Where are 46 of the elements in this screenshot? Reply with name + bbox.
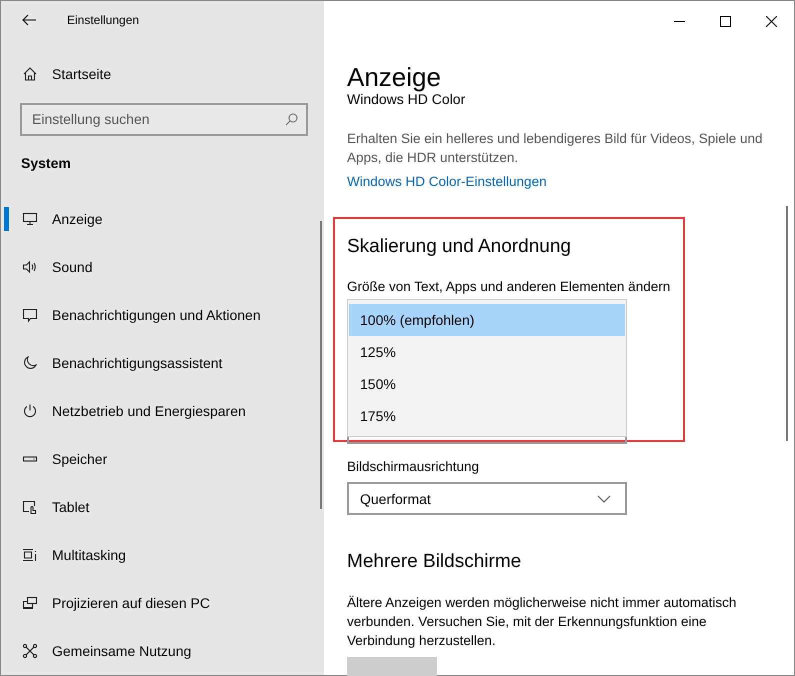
window-title: Einstellungen: [67, 12, 140, 27]
field-label: Bildschirmausrichtung: [347, 459, 480, 474]
section-heading: Windows HD Color: [347, 92, 466, 106]
sidebar-item[interactable]: Benachrichtigungsassistent: [1, 339, 324, 387]
sidebar-item[interactable]: Benachrichtigungen und Aktionen: [1, 291, 324, 339]
speaker-icon: [22, 259, 38, 275]
share-icon: [22, 643, 38, 659]
dropdown[interactable]: Querformat: [347, 482, 627, 515]
detect-button[interactable]: [347, 657, 437, 676]
dropdown-option[interactable]: 125%: [349, 336, 625, 368]
sidebar-item[interactable]: Anzeige: [1, 195, 324, 243]
multitasking-icon: [22, 547, 38, 563]
back-button[interactable]: [22, 14, 36, 26]
section-heading: System: [21, 154, 72, 173]
chevron-down-icon: [597, 494, 611, 502]
sidebar-item[interactable]: Sound: [1, 243, 324, 291]
home-icon: [22, 66, 38, 82]
tablet-touch-icon: [22, 499, 38, 515]
settings-link[interactable]: Windows HD Color-Einstellungen: [347, 174, 547, 189]
dropdown-option[interactable]: 175%: [349, 400, 625, 432]
section-heading: Skalierung und Anordnung: [347, 235, 572, 259]
moon-icon: [22, 355, 38, 371]
description-text: Ältere Anzeigen werden möglicherweise nicht immer automatisch verbunden. Versuchen Sie, mit der Erkennungsfunktion eine Verbindung herzustellen.: [347, 594, 738, 650]
description-text: Erhalten Sie ein helleres und lebendigeres Bild für Videos, Spiele und Apps, die HDR unterstützen.: [347, 130, 764, 167]
speech-bubble-icon: [22, 307, 38, 323]
maximize-icon: [720, 16, 730, 26]
power-icon: [22, 403, 38, 419]
page-title: Anzeige: [347, 61, 441, 93]
monitor-icon: [22, 211, 38, 227]
sidebar-item[interactable]: Tablet: [1, 483, 324, 531]
dropdown-option[interactable]: 100% (empfohlen): [349, 304, 625, 336]
scrollbar[interactable]: [786, 206, 788, 441]
section-heading: Mehrere Bildschirme: [347, 550, 522, 574]
search-icon: [285, 112, 298, 126]
search-field[interactable]: Einstellung suchen: [20, 102, 308, 136]
sidebar-item[interactable]: Netzbetrieb und Energiesparen: [1, 387, 324, 435]
projector-screen-icon: [22, 595, 38, 611]
sidebar-item[interactable]: Multitasking: [1, 531, 324, 579]
field-label: Größe von Text, Apps und anderen Elementen ändern: [347, 279, 670, 294]
dropdown-option[interactable]: 150%: [349, 368, 625, 400]
sidebar-item[interactable]: Projizieren auf diesen PC: [1, 579, 324, 627]
home-item[interactable]: Startseite: [1, 52, 324, 97]
scrollbar[interactable]: [320, 221, 322, 509]
sidebar-item[interactable]: Speicher: [1, 435, 324, 483]
sidebar-item[interactable]: Gemeinsame Nutzung: [1, 627, 324, 675]
close-icon: [766, 16, 776, 26]
